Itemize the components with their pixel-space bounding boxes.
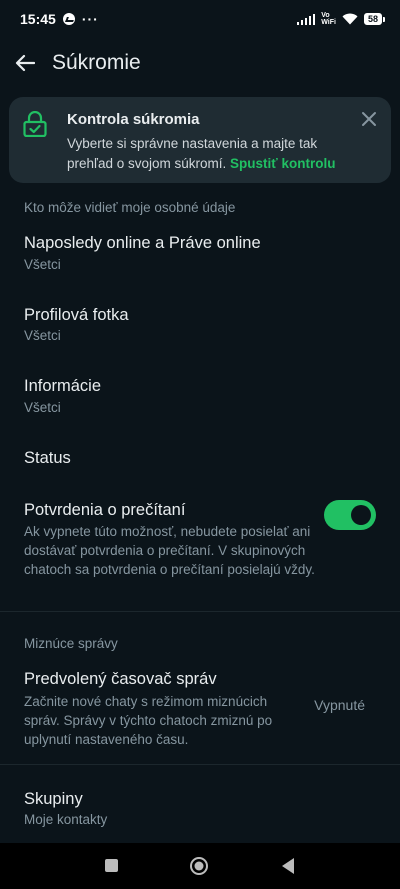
status-time: 15:45: [20, 11, 56, 27]
setting-title: Profilová fotka: [24, 306, 129, 324]
setting-title: Potvrdenia o prečítaní: [24, 501, 186, 519]
section-header-personal-info: Kto môže vidieť moje osobné údaje: [24, 200, 236, 215]
app-bar: Súkromie: [0, 38, 400, 88]
divider: [0, 611, 400, 612]
divider: [0, 764, 400, 765]
privacy-checkup-card[interactable]: Kontrola súkromia Vyberte si správne nas…: [9, 97, 391, 183]
recent-apps-button[interactable]: [105, 859, 118, 872]
more-notifications-icon: ···: [81, 11, 99, 27]
start-checkup-link[interactable]: Spustiť kontrolu: [230, 156, 335, 171]
setting-description: Začnite nové chaty s režimom miznúcich s…: [24, 694, 273, 747]
close-icon[interactable]: [361, 111, 377, 127]
vowifi-top: Vo: [321, 12, 330, 19]
lock-check-icon: [23, 111, 47, 137]
status-bar: 15:45 ··· Vo WiFi 58: [0, 0, 400, 38]
vowifi-icon: Vo WiFi: [321, 12, 336, 26]
setting-title: Skupiny: [24, 790, 83, 808]
vowifi-bottom: WiFi: [321, 19, 336, 26]
setting-title: Status: [24, 449, 71, 467]
card-text: Vyberte si správne nastavenia a majte ta…: [67, 134, 357, 174]
setting-title: Naposledy online a Práve online: [24, 234, 261, 252]
toggle-knob: [351, 505, 371, 525]
home-button[interactable]: [189, 856, 209, 876]
read-receipts-toggle[interactable]: [324, 500, 376, 530]
setting-value: Vypnuté: [314, 697, 365, 713]
battery-icon: 58: [363, 13, 386, 25]
setting-description: Ak vypnete túto možnosť, nebudete posiel…: [24, 524, 315, 577]
wifi-icon: [342, 13, 358, 25]
messenger-icon: [62, 13, 75, 25]
nav-back-button[interactable]: [280, 857, 295, 875]
back-button[interactable]: [14, 52, 36, 74]
arrow-left-icon: [15, 54, 35, 72]
card-title: Kontrola súkromia: [67, 111, 200, 128]
setting-value: Všetci: [24, 400, 61, 415]
section-header-disappearing-messages: Miznúce správy: [24, 636, 118, 651]
setting-value: Všetci: [24, 328, 61, 343]
page-title: Súkromie: [52, 51, 141, 74]
setting-title: Informácie: [24, 377, 102, 395]
setting-value: Moje kontakty: [24, 812, 108, 827]
signal-icon: [296, 13, 316, 25]
system-navigation-bar: [0, 843, 400, 889]
setting-value: Všetci: [24, 257, 61, 272]
setting-title: Predvolený časovač správ: [24, 670, 217, 688]
